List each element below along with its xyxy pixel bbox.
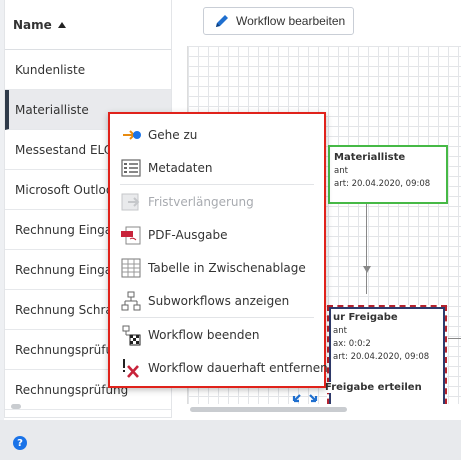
node-start-time: art: 20.04.2020, 09:08 [334,179,431,189]
menu-item-deadline-extension: Fristverlängerung [110,185,324,218]
edit-workflow-button[interactable]: Workflow bearbeiten [203,7,354,35]
connector-line [366,204,367,294]
node-title: Materialliste [334,152,406,163]
context-menu: Gehe zu Metadaten Fristverlängerung PDF-… [108,112,328,388]
workflow-node-materialliste[interactable]: Materialliste ant art: 20.04.2020, 09:08 [328,145,448,204]
edit-workflow-label: Workflow bearbeiten [236,14,346,28]
workflow-node-freigabe-erteilen[interactable]: Freigabe erteilen [325,382,422,393]
menu-item-show-subworkflows[interactable]: Subworkflows anzeigen [110,284,324,317]
node-title: ur Freigabe [333,312,398,323]
menu-item-delete-workflow-permanently[interactable]: Workflow dauerhaft entfernen [110,351,328,384]
canvas-horizontal-scrollbar[interactable] [190,407,347,412]
menu-item-pdf-output[interactable]: PDF-Ausgabe [110,218,324,251]
node-assignee: ant [333,326,347,336]
node-max-duration: ax: 0:0:2 [333,339,371,349]
sort-ascending-icon [57,21,66,28]
connector-line [448,338,461,339]
menu-item-table-to-clipboard[interactable]: Tabelle in Zwischenablage [110,251,324,284]
pdf-icon [121,226,141,244]
workflow-delete-icon [123,358,139,378]
expand-arrows-icon[interactable] [292,389,318,403]
table-icon [121,258,141,277]
workflow-end-icon [122,325,141,345]
node-assignee: ant [334,166,348,176]
menu-item-metadata[interactable]: Metadaten [110,151,324,184]
node-start-time: art: 20.04.2020, 09:08 [333,352,430,362]
connector-arrow-icon [363,266,371,273]
metadata-icon [121,158,141,177]
column-header-label: Name [13,17,52,32]
column-header-name[interactable]: Name [5,0,171,50]
pencil-icon [216,15,228,27]
goto-icon [123,129,141,140]
footer-bar: ? [0,420,461,460]
subworkflow-icon [121,291,141,310]
deadline-extension-icon [121,193,140,210]
sidebar-scrollbar[interactable] [11,404,21,409]
menu-item-goto[interactable]: Gehe zu [110,118,324,151]
menu-item-end-workflow[interactable]: Workflow beenden [110,318,324,351]
help-icon[interactable]: ? [13,436,27,450]
list-item[interactable]: Kundenliste [5,50,171,90]
